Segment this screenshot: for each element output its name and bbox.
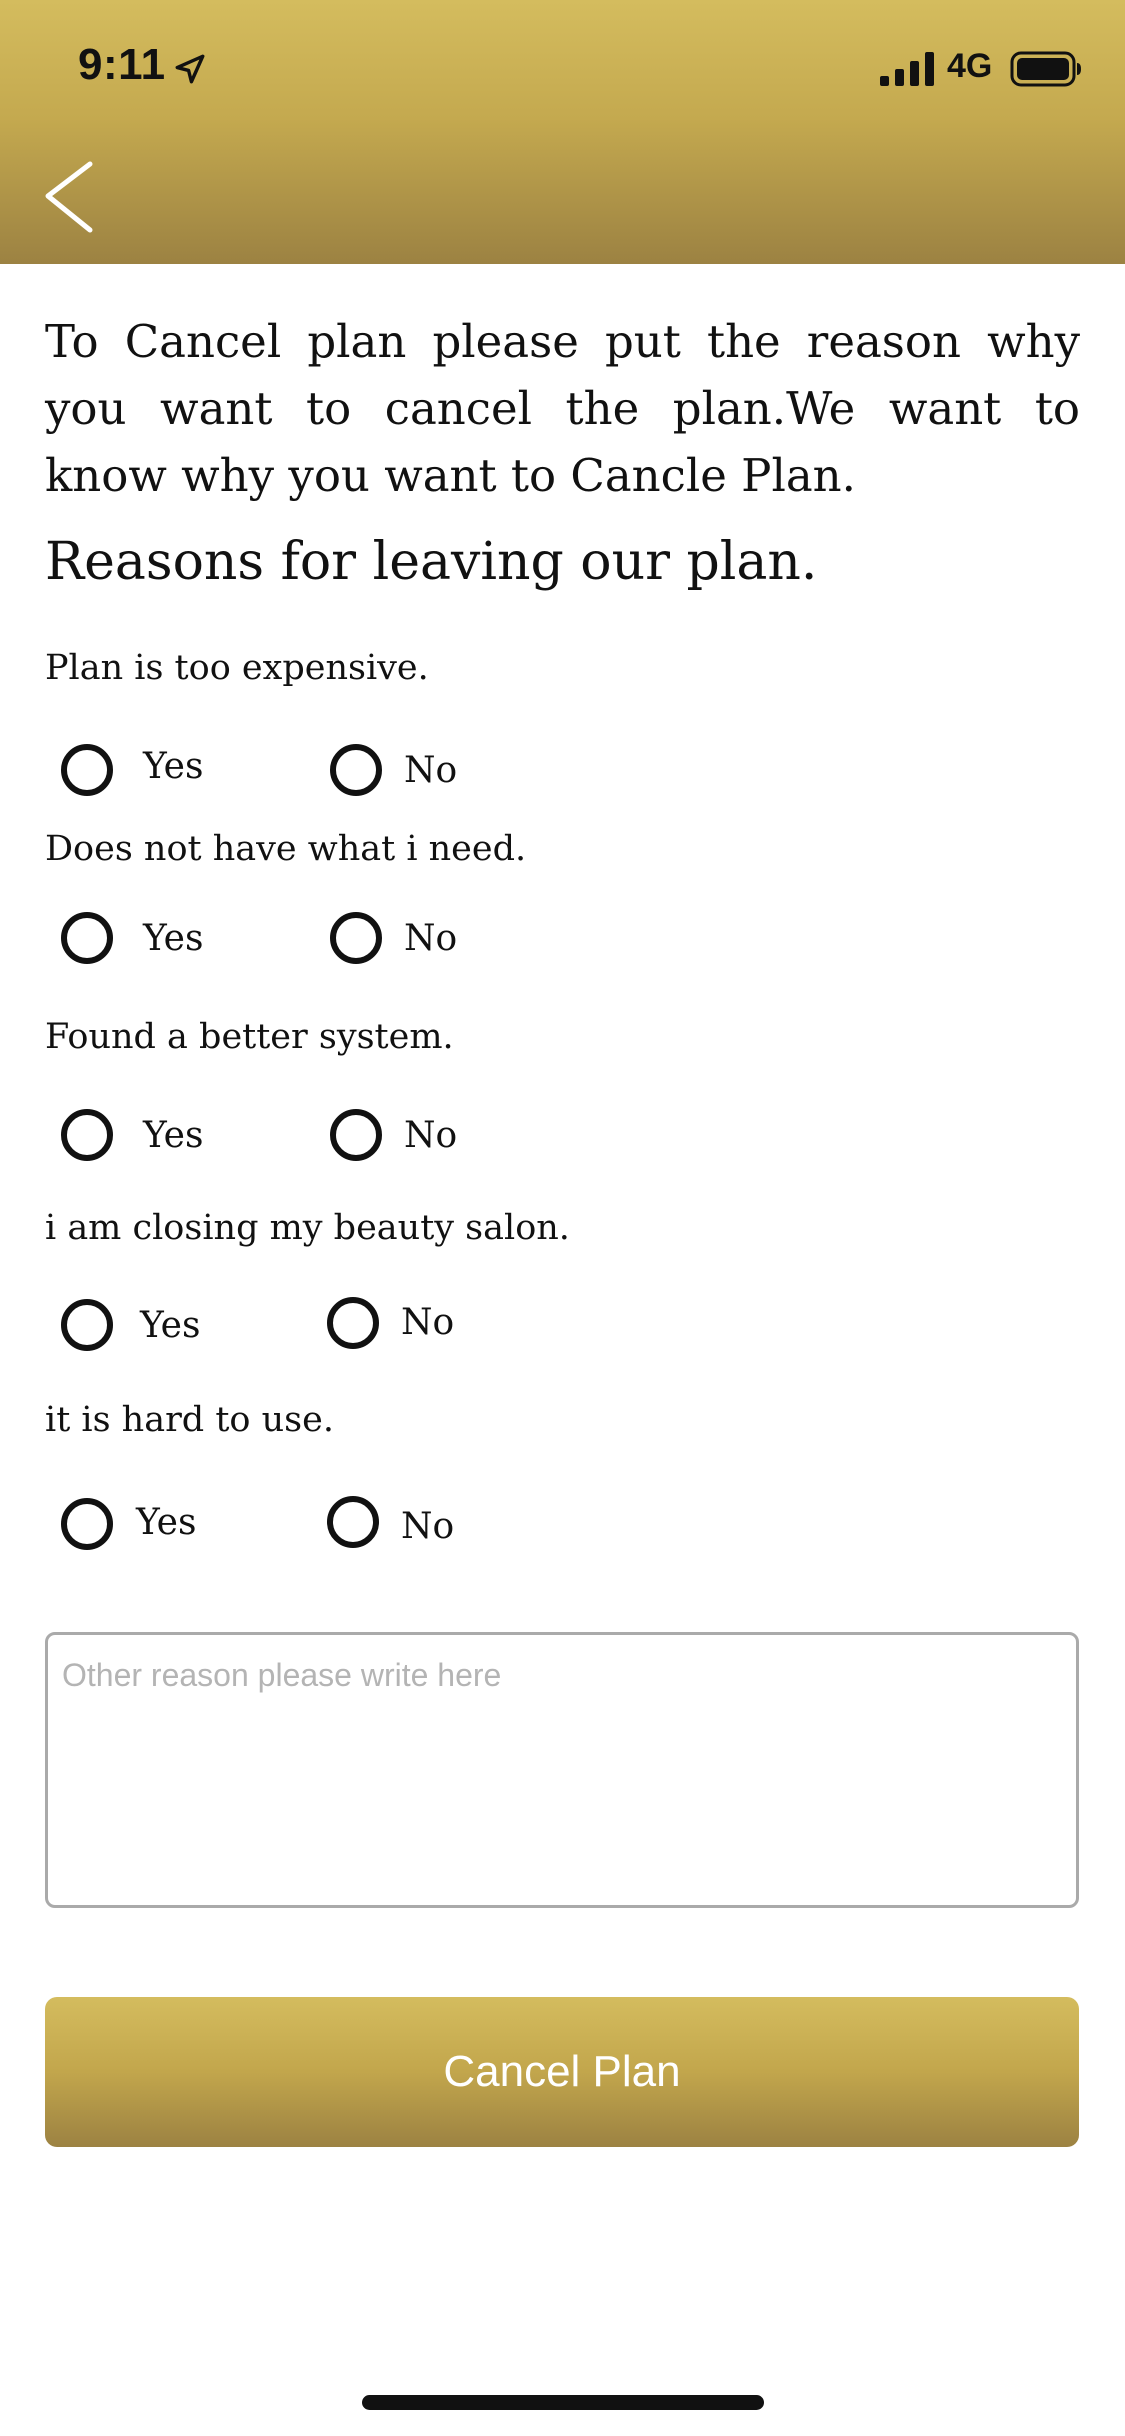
question-label: Does not have what i need. bbox=[45, 829, 527, 869]
question-label: Plan is too expensive. bbox=[45, 648, 429, 688]
network-type-label: 4G bbox=[947, 47, 993, 85]
status-time: 9:11 bbox=[78, 40, 166, 89]
radio-no[interactable] bbox=[327, 1496, 379, 1548]
radio-yes[interactable] bbox=[61, 1299, 113, 1351]
radio-yes-label: Yes bbox=[143, 746, 204, 787]
signal-icon bbox=[880, 52, 934, 86]
radio-no-label: No bbox=[404, 750, 458, 791]
radio-yes[interactable] bbox=[61, 1498, 113, 1550]
radio-no-label: No bbox=[401, 1506, 455, 1547]
radio-no[interactable] bbox=[330, 744, 382, 796]
radio-yes[interactable] bbox=[61, 1109, 113, 1161]
section-title: Reasons for leaving our plan. bbox=[45, 532, 818, 592]
radio-no-label: No bbox=[401, 1302, 455, 1343]
battery-icon bbox=[1010, 51, 1081, 87]
location-arrow-icon bbox=[175, 54, 205, 84]
cancel-plan-button[interactable]: Cancel Plan bbox=[45, 1997, 1079, 2147]
radio-yes[interactable] bbox=[61, 744, 113, 796]
question-label: it is hard to use. bbox=[45, 1400, 334, 1440]
radio-yes-label: Yes bbox=[143, 918, 204, 959]
radio-yes-label: Yes bbox=[136, 1502, 197, 1543]
other-reason-textarea[interactable] bbox=[45, 1632, 1079, 1908]
radio-no[interactable] bbox=[327, 1297, 379, 1349]
back-button[interactable] bbox=[36, 150, 106, 240]
radio-no[interactable] bbox=[330, 912, 382, 964]
radio-yes-label: Yes bbox=[140, 1305, 201, 1346]
app-header: 9:11 4G bbox=[0, 0, 1125, 264]
home-indicator bbox=[362, 2395, 764, 2410]
radio-no[interactable] bbox=[330, 1109, 382, 1161]
radio-yes[interactable] bbox=[61, 912, 113, 964]
question-label: i am closing my beauty salon. bbox=[45, 1208, 570, 1248]
chevron-left-icon bbox=[45, 161, 93, 233]
radio-yes-label: Yes bbox=[143, 1115, 204, 1156]
radio-no-label: No bbox=[404, 1115, 458, 1156]
radio-no-label: No bbox=[404, 918, 458, 959]
question-label: Found a better system. bbox=[45, 1017, 454, 1057]
intro-text: To Cancel plan please put the reason why… bbox=[45, 315, 1080, 502]
